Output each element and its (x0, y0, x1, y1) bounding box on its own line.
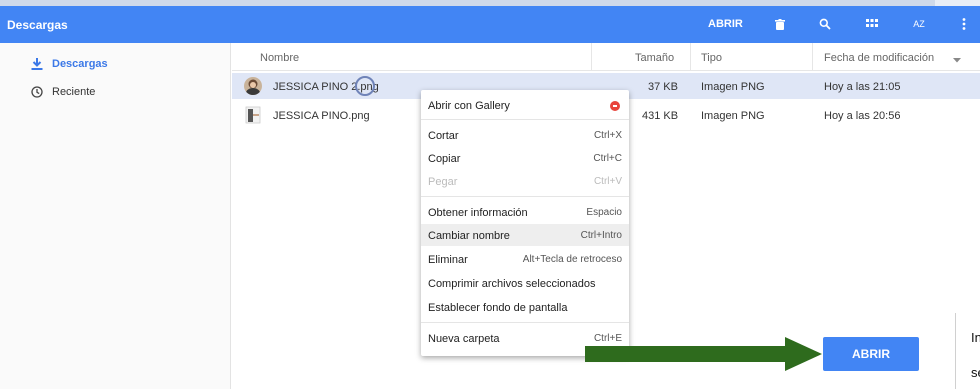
sidebar: Descargas Reciente (0, 43, 231, 389)
context-menu: Abrir con Gallery Cortar Ctrl+X Copiar C… (421, 90, 629, 356)
menu-item-paste: Pegar Ctrl+V (428, 176, 622, 188)
gallery-app-icon (610, 101, 620, 111)
column-header-type[interactable]: Tipo (701, 52, 722, 64)
search-icon[interactable] (815, 14, 835, 34)
sidebar-item-reciente[interactable]: Reciente (30, 83, 95, 101)
menu-item-rename[interactable]: Cambiar nombre Ctrl+Intro (421, 224, 629, 246)
column-header-size[interactable]: Tamaño (635, 52, 674, 64)
image-thumbnail-icon (244, 106, 262, 124)
menu-item-cut[interactable]: Cortar Ctrl+X (421, 124, 629, 146)
file-modified: Hoy a las 20:56 (824, 110, 901, 122)
image-thumbnail-icon (244, 77, 262, 95)
menu-divider (421, 322, 629, 323)
menu-divider (421, 119, 629, 120)
menu-item-open-with-gallery[interactable]: Abrir con Gallery (421, 94, 629, 116)
sidebar-item-descargas[interactable]: Descargas (30, 55, 108, 73)
file-size: 37 KB (648, 81, 678, 93)
sidebar-item-label: Descargas (52, 58, 108, 70)
more-vert-icon[interactable] (954, 14, 974, 34)
clock-icon (30, 85, 44, 99)
side-panel-text: In (971, 330, 980, 345)
side-panel: In se (955, 313, 980, 389)
menu-divider (421, 196, 629, 197)
grid-view-icon[interactable] (862, 14, 882, 34)
file-manager-window: Descargas ABRIR AZ Descargas Reciente No… (0, 0, 980, 389)
menu-item-compress[interactable]: Comprimir archivos seleccionados (421, 272, 629, 294)
cursor-highlight (355, 76, 375, 96)
list-header: Nombre Tamaño Tipo Fecha de modificación (232, 43, 980, 71)
file-modified: Hoy a las 21:05 (824, 81, 901, 93)
window-title: Descargas (7, 18, 68, 32)
file-type: Imagen PNG (701, 110, 765, 122)
file-type: Imagen PNG (701, 81, 765, 93)
sidebar-item-label: Reciente (52, 86, 96, 98)
side-panel-text: se (971, 365, 980, 380)
open-button[interactable]: ABRIR (708, 18, 743, 30)
menu-item-copy[interactable]: Copiar Ctrl+C (421, 147, 629, 169)
menu-item-get-info[interactable]: Obtener información Espacio (421, 201, 629, 223)
menu-item-delete[interactable]: Eliminar Alt+Tecla de retroceso (421, 248, 629, 270)
column-header-name[interactable]: Nombre (260, 52, 299, 64)
menu-item-set-wallpaper[interactable]: Establecer fondo de pantalla (421, 296, 629, 318)
trash-icon[interactable] (770, 14, 790, 34)
file-size: 431 KB (642, 110, 679, 122)
sort-az-icon[interactable]: AZ (909, 14, 929, 34)
title-bar: Descargas ABRIR AZ (0, 6, 980, 43)
pointer-arrow-icon (585, 337, 822, 371)
sort-desc-icon[interactable] (953, 54, 961, 66)
file-name: JESSICA PINO.png (273, 110, 370, 122)
download-icon (30, 57, 44, 71)
column-header-modified[interactable]: Fecha de modificación (824, 52, 934, 64)
open-button-callout[interactable]: ABRIR (823, 337, 919, 371)
